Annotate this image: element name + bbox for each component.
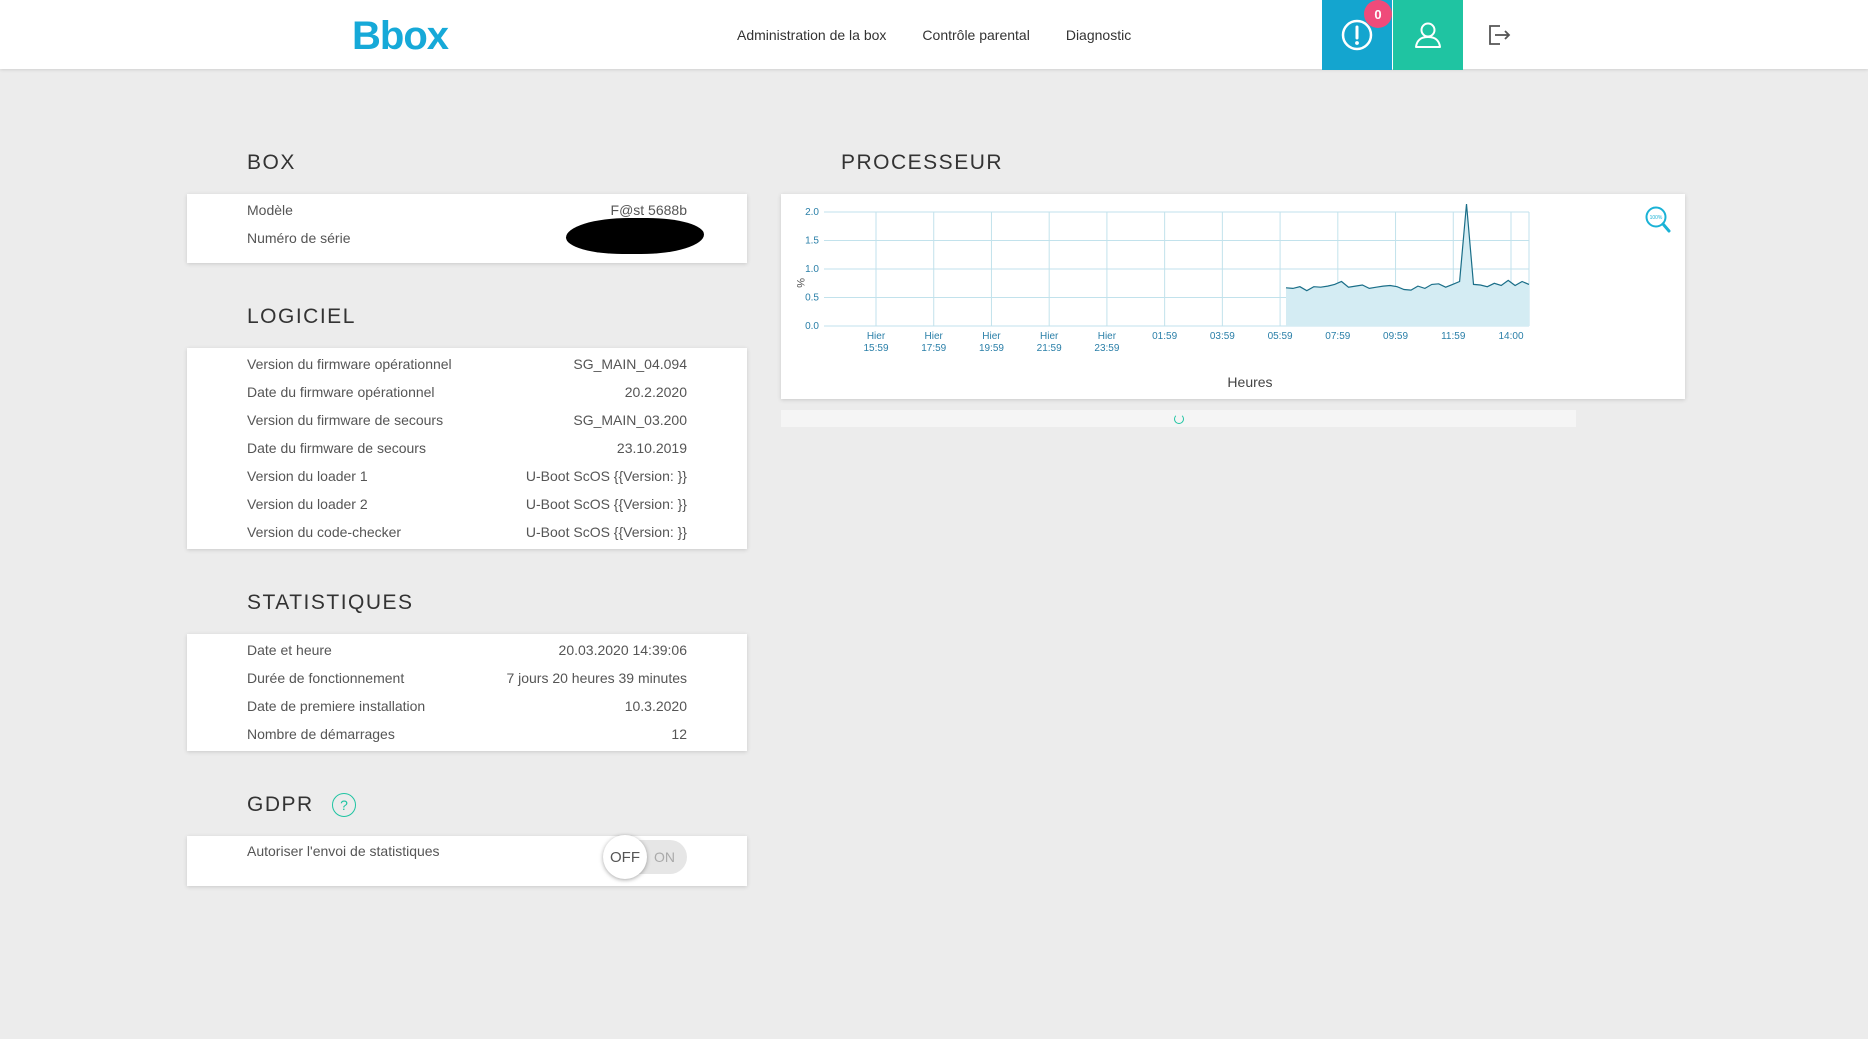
y-tick-label: 1.5 [805,236,819,247]
info-row: Date du firmware de secours 23.10.2019 [247,434,687,462]
row-label: Nombre de démarrages [247,726,395,742]
zoom-reset-button[interactable]: 100% [1645,206,1671,233]
row-label: Date du firmware de secours [247,440,426,456]
row-value: 20.03.2020 14:39:06 [558,642,687,658]
cpu-line [1285,203,1530,292]
x-tick-label: Hier 15:59 [863,331,888,354]
logiciel-title: LOGICIEL [247,305,356,328]
box-title: BOX [247,151,296,174]
info-row: Durée de fonctionnement 7 jours 20 heures… [247,664,687,692]
nav-controle-parental[interactable]: Contrôle parental [922,27,1029,43]
x-tick-label: Hier 17:59 [921,331,946,354]
x-tick-label: 11:59 [1441,331,1466,342]
loading-spinner-icon [1174,414,1184,424]
row-value: U-Boot ScOS {{Version: }} [525,524,687,540]
row-label: Version du firmware de secours [247,412,444,428]
statistics-toggle[interactable]: ON OFF [603,835,687,879]
x-axis-label: Heures [1227,374,1272,390]
logiciel-card: Version du firmware opérationnel SG_MAIN_… [187,348,747,549]
zoom-icon-handle [1661,222,1671,233]
y-tick-label: 0.0 [805,321,819,332]
alert-count-badge: 0 [1364,0,1392,28]
x-tick-label: 09:59 [1383,331,1408,342]
logout-button[interactable] [1464,0,1534,70]
row-label: Date et heure [247,642,332,658]
x-tick-label: 03:59 [1210,331,1235,342]
y-tick-labels: 0.0 0.5 1.0 1.5 2.0 [805,207,819,332]
cpu-area [1286,204,1529,326]
info-row: Version du code-checker U-Boot ScOS {{Ver… [247,518,687,546]
row-value: F@st 5688b [610,202,687,218]
info-row: Date et heure 20.03.2020 14:39:06 [247,636,687,664]
help-icon[interactable]: ? [332,793,356,817]
row-label: Version du loader 2 [247,496,368,512]
processeur-title: PROCESSEUR [841,151,1004,174]
x-tick-label: 07:59 [1325,331,1350,342]
row-label: Modèle [247,202,293,218]
row-value: SG_MAIN_03.200 [573,412,687,428]
x-tick-label: Hier 21:59 [1037,331,1062,354]
row-label: Date du firmware opérationnel [247,384,435,400]
row-value: SG_MAIN_04.094 [573,356,687,372]
account-button[interactable] [1393,0,1463,70]
zoom-level: 100% [1650,215,1663,221]
row-value: U-Boot ScOS {{Version: }} [525,496,687,512]
info-row: Version du loader 1 U-Boot ScOS {{Version… [247,462,687,490]
row-label: Version du firmware opérationnel [247,356,452,372]
user-icon [1415,22,1441,48]
x-tick-label: 05:59 [1268,331,1293,342]
logout-icon [1489,25,1511,45]
row-value: 20.2.2020 [624,384,687,400]
info-row: Nombre de démarrages 12 [247,720,687,748]
x-tick-label: 14:00 [1498,331,1523,342]
y-tick-label: 2.0 [805,207,819,218]
row-label: Version du code-checker [247,524,402,540]
x-tick-labels: Hier 15:59 Hier 17:59 Hier 19:59 Hier 21:59 Hier… [863,331,1523,354]
info-row: Version du firmware de secours SG_MAIN_03… [247,406,687,434]
row-value: 12 [671,726,687,742]
row-value: 7 jours 20 heures 39 minutes [506,670,687,686]
row-label: Autoriser l'envoi de statistiques [247,843,440,859]
nav-administration[interactable]: Administration de la box [737,27,886,43]
info-row: Date du firmware opérationnel 20.2.2020 [247,378,687,406]
row-label: Numéro de série [247,230,351,246]
y-tick-label: 1.0 [805,264,819,275]
y-axis-label: % [794,278,806,288]
gdpr-title: GDPR [247,793,314,816]
info-row: Version du firmware opérationnel SG_MAIN_… [247,350,687,378]
row-value: 10.3.2020 [624,698,687,714]
y-tick-label: 0.5 [805,293,819,304]
x-tick-label: Hier 19:59 [979,331,1004,354]
toggle-knob[interactable]: OFF [603,835,647,879]
nav-diagnostic[interactable]: Diagnostic [1066,27,1131,43]
x-tick-label: 01:59 [1152,331,1177,342]
row-label: Version du loader 1 [247,468,368,484]
statistiques-title: STATISTIQUES [247,591,414,614]
row-value: U-Boot ScOS {{Version: }} [525,468,687,484]
main-nav: Administration de la box Contrôle parent… [737,0,1167,69]
bbox-logo[interactable]: Bbox [352,14,449,59]
row-value: 23.10.2019 [616,440,687,456]
cpu-chart-card: 0.0 0.5 1.0 1.5 2.0 Hier 15:59 Hier 17:59 Hier 19… [781,194,1685,399]
serial-redaction [566,218,704,254]
row-label: Date de premiere installation [247,698,426,714]
info-row: Date de premiere installation 10.3.2020 [247,692,687,720]
top-header: Bbox Administration de la box Contrôle p… [0,0,1868,70]
x-tick-label: Hier 23:59 [1094,331,1119,354]
info-row: Version du loader 2 U-Boot ScOS {{Version… [247,490,687,518]
toggle-on-label: ON [654,849,675,865]
row-label: Durée de fonctionnement [247,670,405,686]
statistiques-card: Date et heure 20.03.2020 14:39:06 Durée d… [187,634,747,751]
cpu-chart: 0.0 0.5 1.0 1.5 2.0 Hier 15:59 Hier 17:59 Hier 19… [794,203,1671,390]
